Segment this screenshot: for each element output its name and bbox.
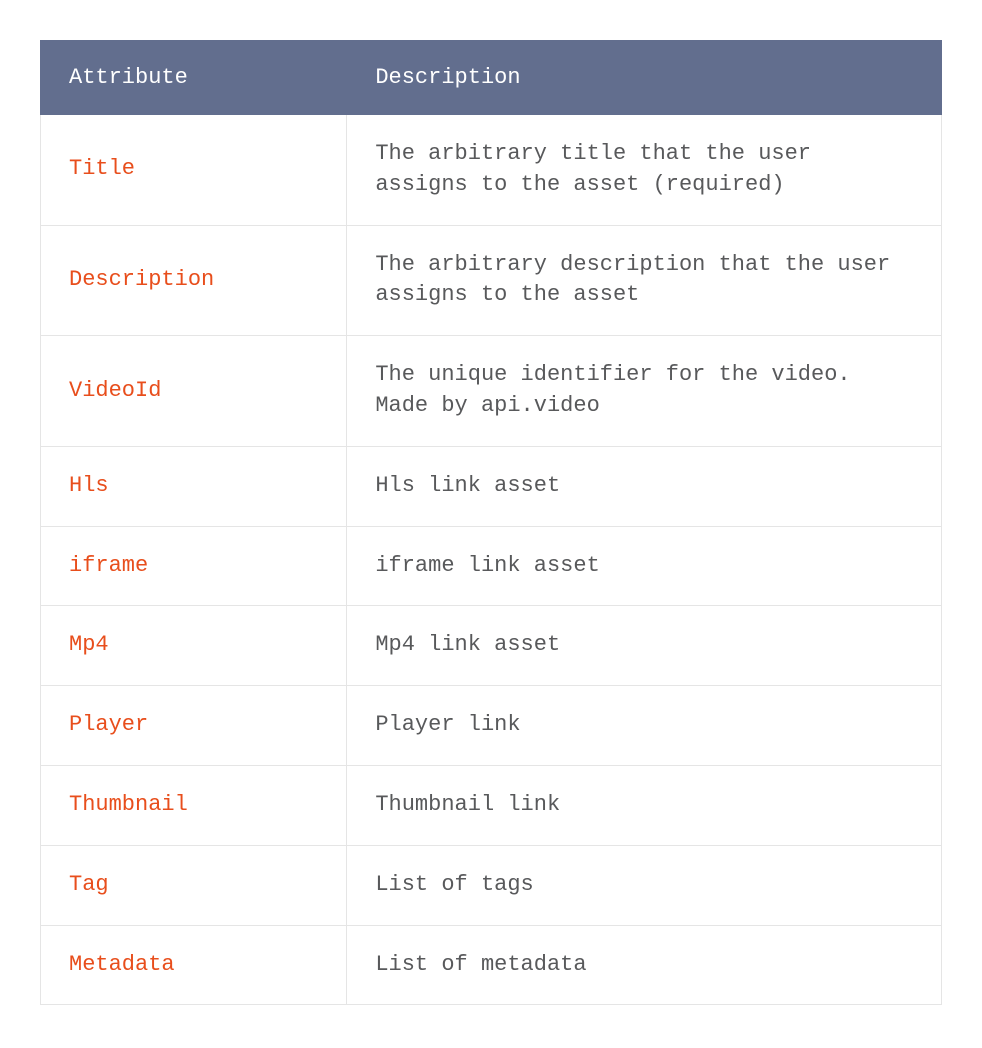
table-header-row: Attribute Description bbox=[41, 41, 942, 115]
attribute-cell: Description bbox=[41, 225, 347, 336]
table-row: Description The arbitrary description th… bbox=[41, 225, 942, 336]
table-row: iframe iframe link asset bbox=[41, 526, 942, 606]
attribute-cell: Metadata bbox=[41, 925, 347, 1005]
attribute-cell: Mp4 bbox=[41, 606, 347, 686]
table-row: Title The arbitrary title that the user … bbox=[41, 115, 942, 226]
attribute-cell: Hls bbox=[41, 446, 347, 526]
table-row: Metadata List of metadata bbox=[41, 925, 942, 1005]
description-cell: iframe link asset bbox=[347, 526, 942, 606]
table-row: Tag List of tags bbox=[41, 845, 942, 925]
description-cell: The unique identifier for the video. Mad… bbox=[347, 336, 942, 447]
attribute-cell: Player bbox=[41, 686, 347, 766]
description-cell: Mp4 link asset bbox=[347, 606, 942, 686]
description-cell: Player link bbox=[347, 686, 942, 766]
description-cell: Hls link asset bbox=[347, 446, 942, 526]
description-cell: The arbitrary title that the user assign… bbox=[347, 115, 942, 226]
header-description: Description bbox=[347, 41, 942, 115]
table-row: Player Player link bbox=[41, 686, 942, 766]
description-cell: The arbitrary description that the user … bbox=[347, 225, 942, 336]
attribute-cell: VideoId bbox=[41, 336, 347, 447]
description-cell: Thumbnail link bbox=[347, 765, 942, 845]
table-row: Hls Hls link asset bbox=[41, 446, 942, 526]
description-cell: List of metadata bbox=[347, 925, 942, 1005]
table-row: Mp4 Mp4 link asset bbox=[41, 606, 942, 686]
attributes-table: Attribute Description Title The arbitrar… bbox=[40, 40, 942, 1005]
attribute-cell: iframe bbox=[41, 526, 347, 606]
attribute-cell: Title bbox=[41, 115, 347, 226]
attribute-cell: Thumbnail bbox=[41, 765, 347, 845]
attribute-cell: Tag bbox=[41, 845, 347, 925]
table-row: Thumbnail Thumbnail link bbox=[41, 765, 942, 845]
description-cell: List of tags bbox=[347, 845, 942, 925]
table-row: VideoId The unique identifier for the vi… bbox=[41, 336, 942, 447]
header-attribute: Attribute bbox=[41, 41, 347, 115]
